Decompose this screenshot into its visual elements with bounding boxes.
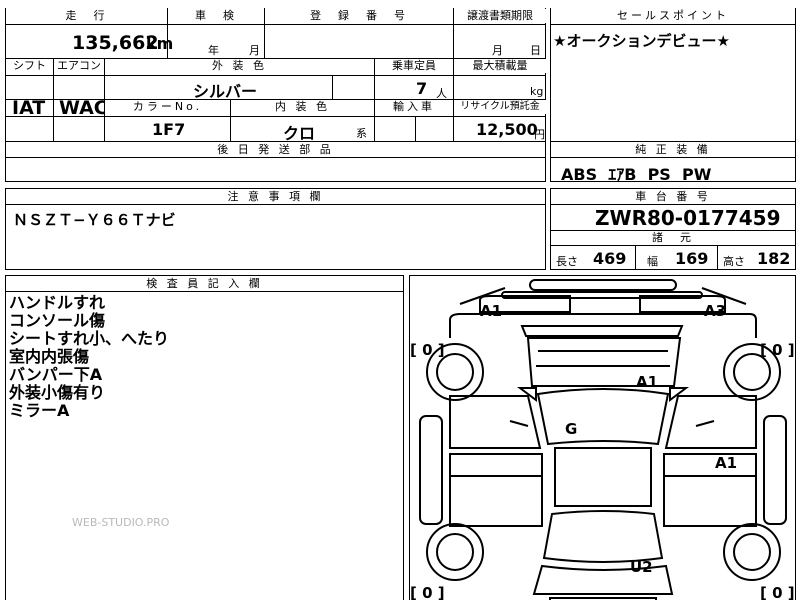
sales-point-label: セールスポイント (551, 9, 795, 23)
right-rear-door-shape (663, 453, 757, 527)
rear-window-shape (542, 510, 664, 563)
vehicle-damage-diagram: A1 A3 A1 G A1 U2 [ 0 ] [ 0 ] [ 0 ] [ 0 ] (409, 275, 796, 600)
interior-color-unit: 系 (356, 127, 367, 140)
damage-mark-right-door: A1 (715, 454, 737, 472)
inspector-label: 検 査 員 記 入 欄 (6, 277, 403, 291)
tire-count-front-left: [ 0 ] (410, 341, 445, 359)
windshield-shape (536, 388, 670, 446)
tire-count-rear-right: [ 0 ] (760, 584, 795, 600)
damage-mark-hood: A1 (636, 373, 658, 391)
chassis-label: 車 台 番 号 (551, 190, 795, 204)
damage-mark-rear: U2 (630, 558, 653, 576)
inspector-note: コンソール傷 (9, 311, 106, 330)
roof-shape (554, 447, 652, 507)
registration-label: 登 録 番 号 (265, 9, 453, 23)
inspection-month-unit: 月 (249, 44, 260, 57)
recycle-label: リサイクル預託金 (454, 100, 546, 114)
transfer-deadline-label: 譲渡書類期限 (454, 9, 546, 23)
ac-value: WAC (59, 97, 108, 119)
inspection-label: 車 検 (168, 9, 264, 23)
vehicle-info-table: 走 行 車 検 登 録 番 号 譲渡書類期限 135,662 km 年 月 月 … (5, 8, 546, 143)
inspector-notes-list: ハンドルすれ コンソール傷 シートすれ小、へたり 室内内張傷 バンパー下A 外装… (9, 294, 169, 420)
equipment-items: ABS ｴｱB PS PW (561, 165, 712, 184)
length-value: 469 (593, 249, 627, 268)
width-value: 169 (675, 249, 709, 268)
sales-point-text: ★オークションデビュー★ (553, 32, 730, 50)
color-no-label: カラーNo. (105, 100, 230, 114)
inspector-note: シートすれ小、へたり (9, 329, 170, 348)
exterior-color-label: 外 装 色 (105, 59, 374, 73)
mileage-unit: km (146, 34, 174, 53)
chassis-box: 車 台 番 号 ZWR80-0177459 諸 元 長さ 469 幅 169 高… (550, 188, 796, 270)
height-value: 182 (757, 249, 791, 268)
capacity-label: 乗車定員 (375, 59, 453, 73)
inspector-note: バンパー下A (9, 365, 103, 384)
capacity-unit: 人 (436, 87, 447, 100)
shift-label: シフト (6, 59, 53, 73)
inspection-year-unit: 年 (208, 44, 219, 57)
inspector-note: 外装小傷有り (9, 383, 106, 402)
recycle-unit: 円 (534, 128, 545, 141)
car-outline-svg: A1 A3 A1 G A1 U2 [ 0 ] [ 0 ] [ 0 ] [ 0 ] (410, 279, 795, 600)
left-rear-door-shape (449, 453, 543, 527)
height-label: 高さ (723, 255, 745, 268)
tire-count-rear-left: [ 0 ] (410, 584, 445, 600)
inspector-note: ハンドルすれ (9, 293, 106, 312)
right-rear-wheel (723, 523, 781, 581)
ac-label: エアコン (54, 59, 104, 73)
recycle-value: 12,500 (476, 120, 538, 139)
caution-text: ＮＳＺＴ−Ｙ６６Ｔナビ (13, 211, 176, 229)
equipment-label: 純 正 装 備 (551, 143, 795, 157)
exterior-color-value: シルバー (193, 82, 258, 101)
inspector-notes-box: 検 査 員 記 入 欄 ハンドルすれ コンソール傷 シートすれ小、へたり 室内内… (5, 275, 404, 600)
equipment-box: 純 正 装 備 ABS ｴｱB PS PW (550, 141, 796, 184)
tire-count-front-right: [ 0 ] (760, 341, 795, 359)
transfer-month-unit: 月 (492, 44, 503, 57)
front-bumper-shape (529, 279, 677, 291)
inspector-note: ミラーA (9, 401, 70, 420)
length-label: 長さ (556, 255, 578, 268)
damage-mark-windshield: G (565, 420, 577, 438)
spec-label: 諸 元 (551, 231, 795, 245)
post-delivery-label: 後 日 発 送 部 品 (6, 143, 545, 157)
width-label: 幅 (647, 255, 658, 268)
shift-value: IAT (12, 97, 46, 119)
color-no-value: 1F7 (152, 120, 186, 139)
watermark: WEB-STUDIO.PRO (72, 516, 170, 529)
interior-color-label: 内 装 色 (231, 100, 374, 114)
damage-mark-front-right: A3 (704, 302, 726, 320)
import-label: 輸入車 (375, 100, 453, 114)
max-load-unit: kg (530, 85, 544, 98)
damage-mark-front-left: A1 (480, 302, 502, 320)
left-front-door-shape (449, 395, 542, 449)
left-rear-wheel (426, 523, 484, 581)
capacity-value: 7 (416, 79, 428, 98)
caution-label: 注 意 事 項 欄 (6, 190, 545, 204)
mileage-label: 走 行 (6, 9, 167, 23)
max-load-label: 最大積載量 (454, 59, 546, 73)
transfer-day-unit: 日 (530, 44, 541, 57)
post-delivery-parts-box: 後 日 発 送 部 品 (5, 141, 546, 182)
inspector-note: 室内内張傷 (9, 347, 90, 366)
caution-box: 注 意 事 項 欄 ＮＳＺＴ−Ｙ６６Ｔナビ (5, 188, 546, 270)
sales-point-box: セールスポイント ★オークションデビュー★ (550, 8, 796, 142)
chassis-number: ZWR80-0177459 (595, 206, 781, 230)
